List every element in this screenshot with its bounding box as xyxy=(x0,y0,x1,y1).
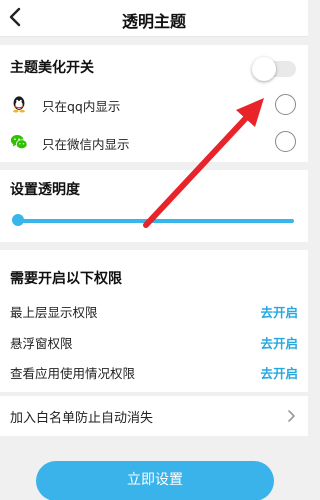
transparency-slider-track[interactable] xyxy=(14,219,294,223)
permissions-card: 需要开启以下权限 最上层显示权限 去开启 悬浮窗权限 去开启 查看应用使用情况权… xyxy=(0,250,308,392)
permission-label: 悬浮窗权限 xyxy=(10,336,73,351)
chevron-right-icon xyxy=(288,410,295,422)
enable-link[interactable]: 去开启 xyxy=(260,302,298,321)
permission-label: 最上层显示权限 xyxy=(10,305,98,320)
whitelist-row[interactable]: 加入白名单防止自动消失 xyxy=(0,396,308,436)
wechat-icon xyxy=(10,134,28,150)
transparency-card: 设置透明度 xyxy=(0,170,308,242)
top-bar: 透明主题 xyxy=(0,0,308,37)
enable-link[interactable]: 去开启 xyxy=(260,333,298,352)
set-now-button[interactable]: 立即设置 xyxy=(36,461,274,500)
toggle-knob xyxy=(252,57,276,81)
page-title: 透明主题 xyxy=(121,12,186,31)
transparency-slider-thumb[interactable] xyxy=(12,214,24,226)
theme-toggle[interactable] xyxy=(252,57,296,81)
qq-only-label: 只在qq内显示 xyxy=(42,99,121,114)
theme-switch-title: 主题美化开关 xyxy=(10,60,94,76)
qq-only-radio[interactable] xyxy=(275,94,296,115)
page: 透明主题 主题美化开关 只在qq内显示 只在微信内显示 设置透明度 需要开启以下… xyxy=(0,0,308,500)
qq-icon xyxy=(13,96,25,113)
theme-card: 主题美化开关 只在qq内显示 只在微信内显示 xyxy=(0,45,308,162)
wechat-only-label: 只在微信内显示 xyxy=(42,137,130,152)
whitelist-label: 加入白名单防止自动消失 xyxy=(10,411,154,426)
permission-label: 查看应用使用情况权限 xyxy=(10,366,136,381)
transparency-title: 设置透明度 xyxy=(10,182,80,198)
permissions-title: 需要开启以下权限 xyxy=(10,271,122,287)
wechat-only-radio[interactable] xyxy=(275,131,296,152)
enable-link[interactable]: 去开启 xyxy=(260,363,298,382)
